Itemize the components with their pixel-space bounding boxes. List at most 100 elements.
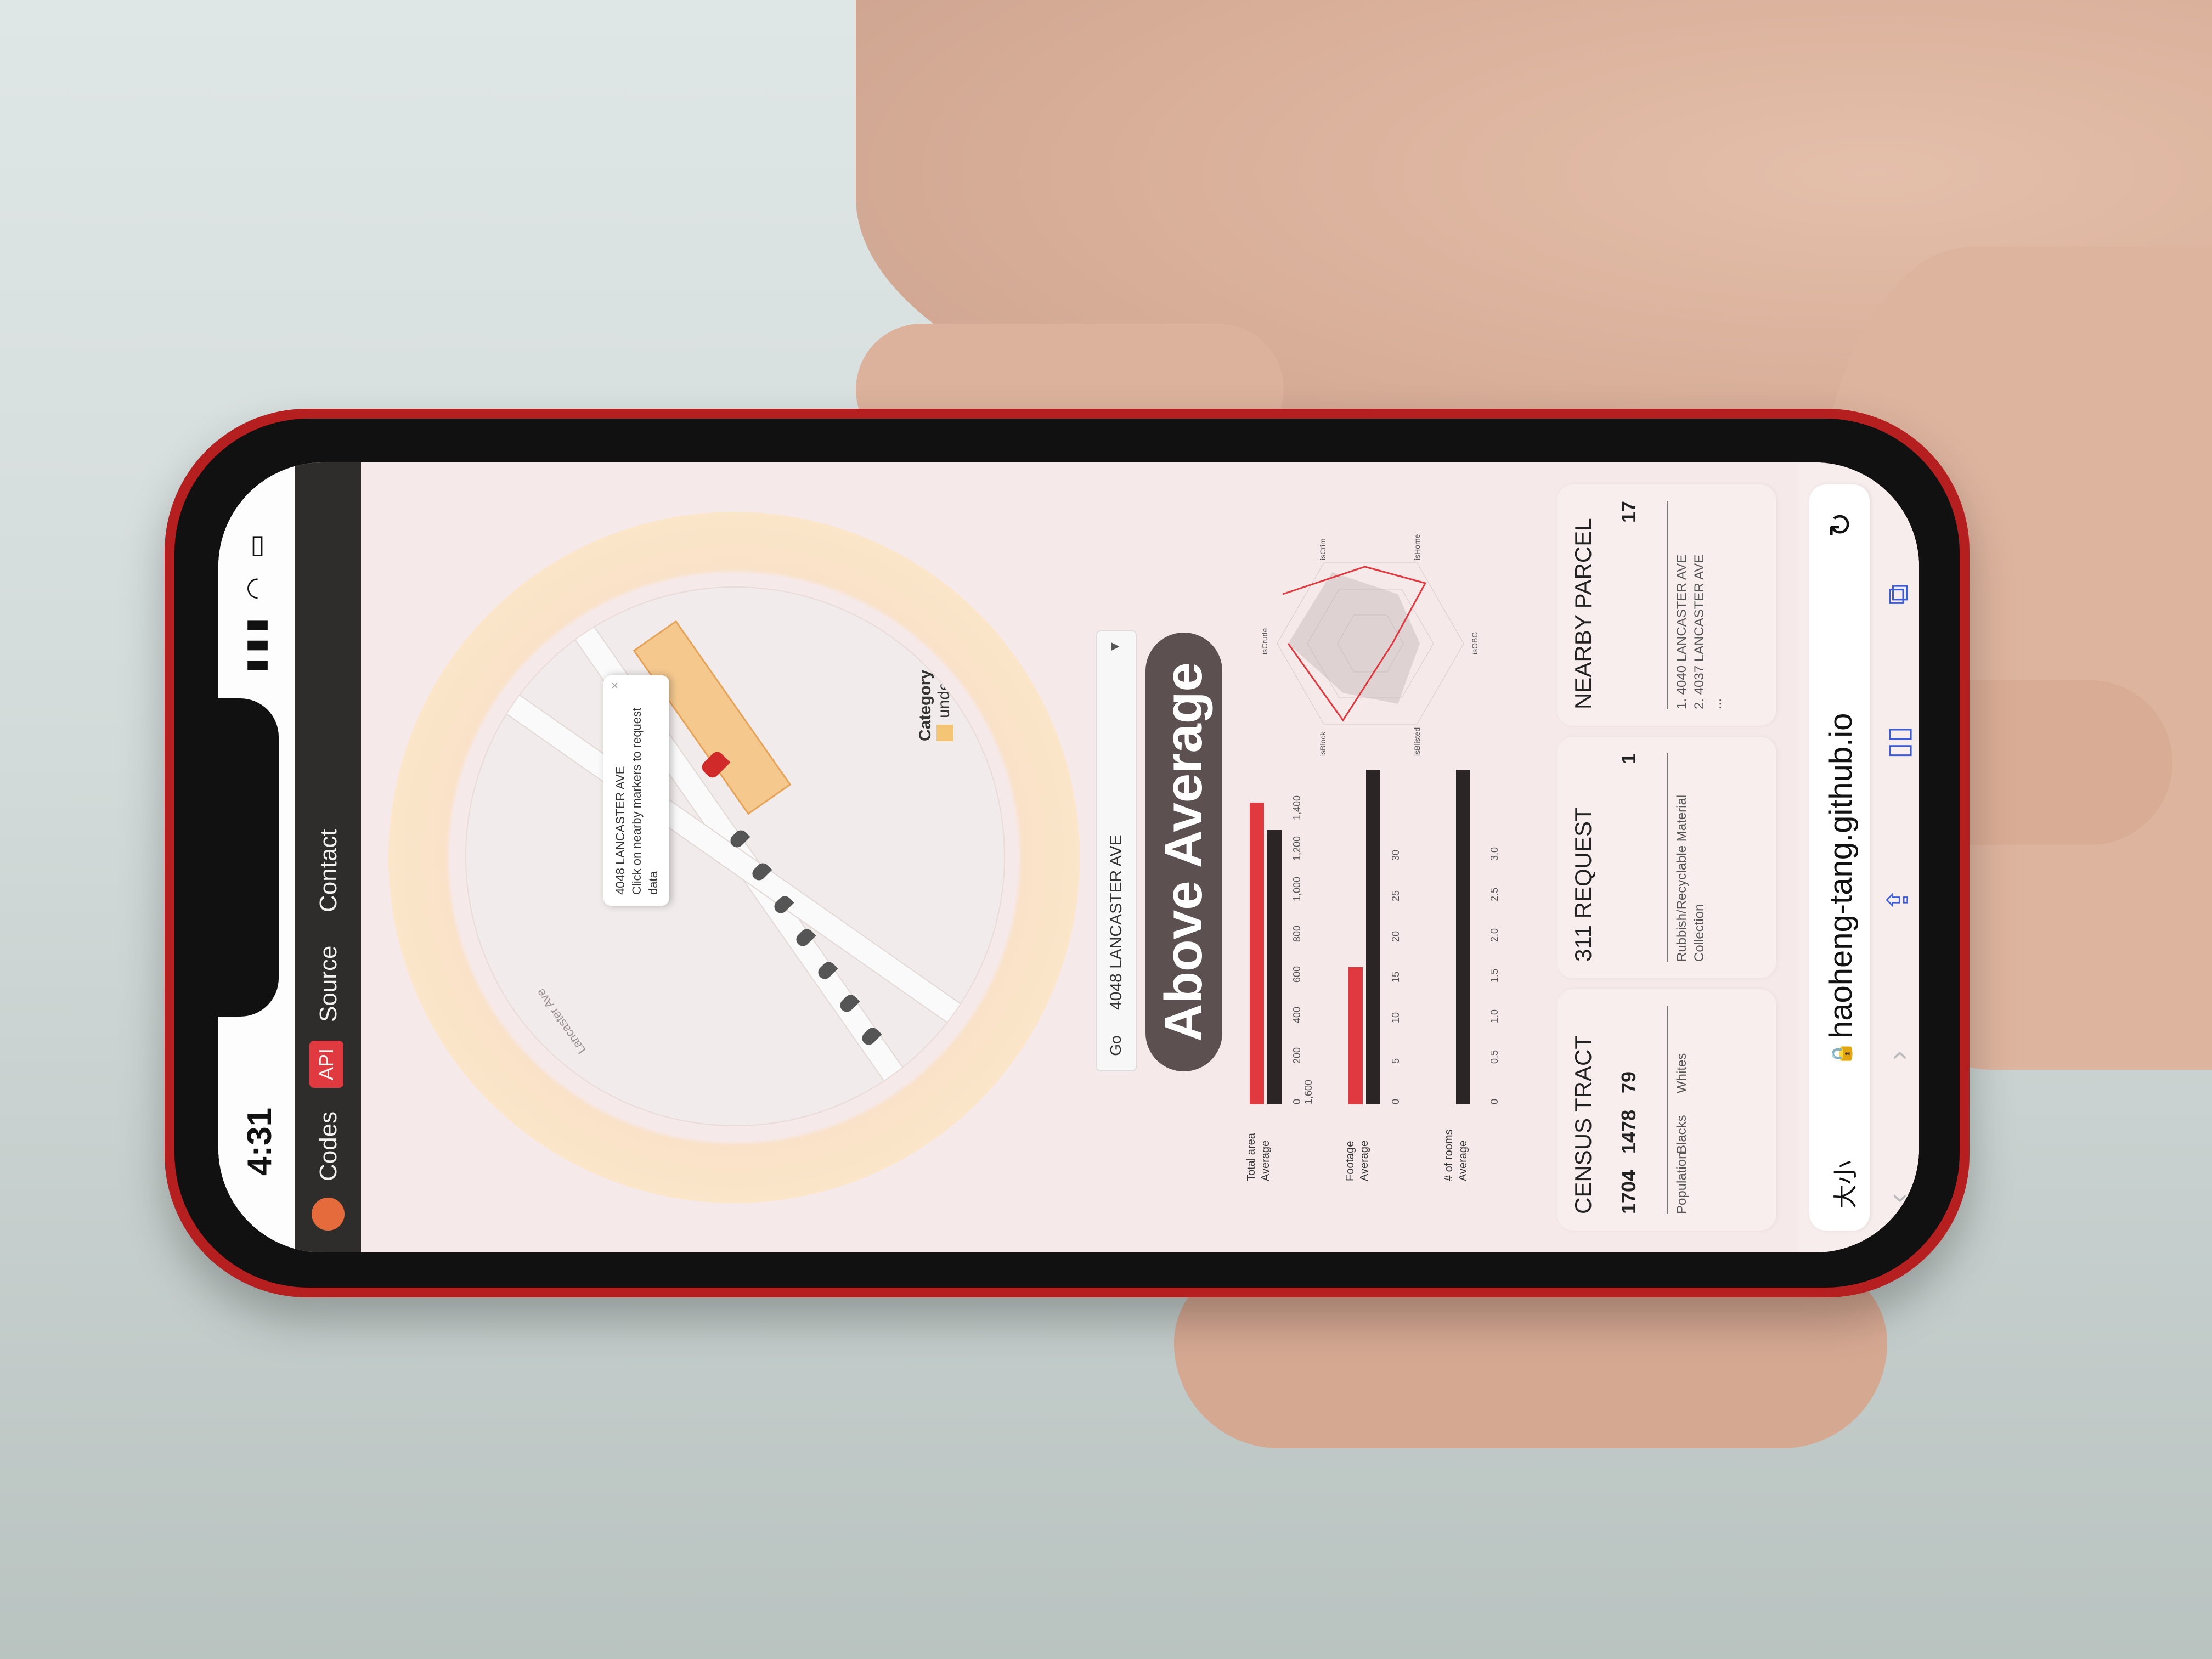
signal-wifi-battery-icon: ▮▮▮ ◠ ▭ bbox=[241, 528, 270, 673]
legend-item: undefined bbox=[935, 646, 953, 718]
bar-average bbox=[1456, 770, 1470, 1104]
url-text[interactable]: haoheng-tang.github.io bbox=[1822, 713, 1859, 1039]
tick-label: 0.5 bbox=[1489, 1049, 1500, 1064]
radar-label: isCrude bbox=[1260, 628, 1269, 654]
map[interactable]: Lancaster Ave × 4048 LANCASTER AVE Click… bbox=[465, 586, 1005, 1126]
bar-value bbox=[1348, 967, 1363, 1104]
tick-label: 20 bbox=[1390, 930, 1401, 942]
request-count: 1 bbox=[1617, 753, 1640, 765]
comparison-bar-charts: Total area Average 02004006008001,0001,20… bbox=[1239, 764, 1546, 1181]
tick-label: 10 bbox=[1390, 1012, 1401, 1023]
text-size-button[interactable]: 大小 bbox=[1826, 1160, 1861, 1209]
list-item[interactable]: 1. 4040 LANCASTER AVE bbox=[1673, 501, 1691, 709]
go-button[interactable]: Go bbox=[1104, 1026, 1128, 1065]
tick-label: 1,200 bbox=[1291, 836, 1302, 861]
tabs-icon[interactable]: ⧉ bbox=[1881, 584, 1915, 605]
tick-label: 1,400 bbox=[1291, 795, 1302, 820]
tick-label: 2.0 bbox=[1489, 928, 1500, 942]
tick-label: 600 bbox=[1291, 966, 1302, 983]
phone: 4:31 ▮▮▮ ◠ ▭ Codes API Source Contact La… bbox=[165, 409, 1970, 1297]
bar-ticks: 0 200 400 600 800 1,000 1,200 1,400 1,600 bbox=[1291, 775, 1314, 1104]
forward-icon[interactable]: › bbox=[1881, 1051, 1915, 1060]
bar-group-total-area: Total area Average 0 200 400 600 800 1,000 1,20… bbox=[1239, 764, 1327, 1181]
share-icon[interactable]: ⇪ bbox=[1881, 888, 1915, 912]
address-bar[interactable]: 大小 🔒 haoheng-tang.github.io ↻ bbox=[1809, 484, 1870, 1231]
bar-label: # of rooms Average bbox=[1443, 1129, 1469, 1181]
bar-group-rooms: # of rooms Average 0 0.5 1.0 1.5 2.0 2.5 3.0 bbox=[1436, 764, 1524, 1181]
radar-label: isCrim bbox=[1318, 538, 1327, 560]
bar-average bbox=[1366, 770, 1380, 1104]
radar-label: isOBG bbox=[1470, 632, 1479, 654]
bar-label: Total area Average bbox=[1245, 1133, 1272, 1181]
browser-toolbar: ‹ › ⇪ ▯▯ ⧉ bbox=[1881, 462, 1919, 1252]
map-popup: × 4048 LANCASTER AVE Click on nearby mar… bbox=[603, 675, 669, 906]
bar-ticks: 0 0.5 1.0 1.5 2.0 2.5 3.0 bbox=[1489, 775, 1500, 1104]
chevron-down-icon[interactable]: ▾ bbox=[1105, 642, 1124, 651]
radar-label: isBlisted bbox=[1413, 727, 1421, 756]
tick-label: 0 bbox=[1291, 1098, 1302, 1104]
legend-swatch bbox=[936, 725, 953, 741]
tick-label: 400 bbox=[1291, 1006, 1302, 1023]
address-value[interactable]: 4048 LANCASTER AVE bbox=[1107, 834, 1126, 1010]
request-card: 311 REQUEST 1 Rubbish/Recyclable Materia… bbox=[1557, 737, 1776, 978]
nav-source[interactable]: Source bbox=[315, 946, 342, 1022]
tick-label: 5 bbox=[1390, 1058, 1401, 1064]
map-attribution[interactable]: Leaflet | Map tiles by Stamen bbox=[966, 588, 989, 708]
tract-labels: PopulationBlacksWhites bbox=[1667, 1006, 1691, 1214]
info-cards: CENSUS TRACT 1704147879 PopulationBlacks… bbox=[1557, 462, 1787, 1252]
list-item: ... bbox=[1709, 698, 1724, 709]
bar-average bbox=[1267, 830, 1282, 1104]
tick-label: 1,600 bbox=[1303, 1079, 1314, 1104]
tick-label: 1.5 bbox=[1489, 968, 1500, 983]
result-badge: Above Average bbox=[1146, 633, 1222, 1071]
radar-label: isHome bbox=[1413, 534, 1421, 560]
list-item[interactable]: 2. 4037 LANCASTER AVE bbox=[1691, 501, 1708, 709]
radar-label: isBlock bbox=[1318, 731, 1327, 756]
reload-icon[interactable]: ↻ bbox=[1822, 512, 1859, 538]
tick-label: 25 bbox=[1390, 890, 1401, 901]
radar-chart: isCrude isCrim isHome isOBG isBlisted is… bbox=[1260, 534, 1479, 756]
notch bbox=[218, 698, 279, 1017]
tick-label: 200 bbox=[1291, 1047, 1302, 1064]
site-navbar: Codes API Source Contact bbox=[295, 462, 361, 1252]
status-bar: 4:31 ▮▮▮ ◠ ▭ bbox=[218, 462, 295, 1252]
tick-label: 15 bbox=[1390, 971, 1401, 983]
radar-average-area bbox=[1288, 572, 1420, 704]
bookmarks-icon[interactable]: ▯▯ bbox=[1881, 726, 1915, 759]
legend-title: Category bbox=[916, 669, 934, 741]
bar-ticks: 0 5 10 15 20 25 30 bbox=[1390, 775, 1402, 1104]
logo-icon[interactable] bbox=[312, 1198, 345, 1231]
status-time: 4:31 bbox=[241, 1107, 279, 1176]
nearby-parcel-card: NEARBY PARCEL 17 1. 4040 LANCASTER AVE 2… bbox=[1557, 484, 1776, 726]
screen-content: 4:31 ▮▮▮ ◠ ▭ Codes API Source Contact La… bbox=[218, 462, 1919, 1252]
phone-screen: 4:31 ▮▮▮ ◠ ▭ Codes API Source Contact La… bbox=[218, 462, 1919, 1252]
tick-label: 800 bbox=[1291, 925, 1302, 942]
request-item: Rubbish/Recyclable Material Collection bbox=[1667, 753, 1708, 962]
parcel-count: 17 bbox=[1617, 501, 1640, 523]
tract-numbers: 1704147879 bbox=[1617, 1071, 1640, 1214]
address-select[interactable]: Go 4048 LANCASTER AVE ▾ bbox=[1096, 630, 1137, 1071]
bar-group-footage: Footage Average 0 5 10 15 20 25 30 bbox=[1338, 764, 1425, 1181]
card-title: CENSUS TRACT bbox=[1570, 1035, 1596, 1214]
map-legend: Category undefined bbox=[916, 646, 953, 741]
card-title: 311 REQUEST bbox=[1570, 807, 1596, 962]
phone-bezel: 4:31 ▮▮▮ ◠ ▭ Codes API Source Contact La… bbox=[174, 419, 1960, 1288]
tick-label: 1.0 bbox=[1489, 1009, 1500, 1023]
back-icon[interactable]: ‹ bbox=[1881, 1193, 1915, 1203]
close-icon[interactable]: × bbox=[607, 682, 623, 689]
nav-contact[interactable]: Contact bbox=[315, 829, 342, 912]
tick-label: 0 bbox=[1390, 1098, 1401, 1104]
tick-label: 0 bbox=[1489, 1098, 1500, 1104]
popup-text: Click on nearby markers to request data bbox=[630, 707, 660, 895]
browser-bar: 大小 🔒 haoheng-tang.github.io ↻ ‹ › ⇪ ▯▯ ⧉ bbox=[1798, 462, 1919, 1252]
nav-api[interactable]: API bbox=[309, 1040, 343, 1088]
census-tract-card: CENSUS TRACT 1704147879 PopulationBlacks… bbox=[1557, 989, 1776, 1231]
lock-icon: 🔒 bbox=[1830, 1041, 1853, 1066]
bar-value bbox=[1250, 803, 1264, 1104]
tick-label: 1,000 bbox=[1291, 876, 1302, 901]
nav-codes[interactable]: Codes bbox=[315, 1111, 342, 1181]
card-title: NEARBY PARCEL bbox=[1570, 518, 1596, 709]
parcel-list: 1. 4040 LANCASTER AVE 2. 4037 LANCASTER … bbox=[1667, 501, 1726, 709]
tick-label: 3.0 bbox=[1489, 847, 1500, 861]
tick-label: 2.5 bbox=[1489, 887, 1500, 901]
